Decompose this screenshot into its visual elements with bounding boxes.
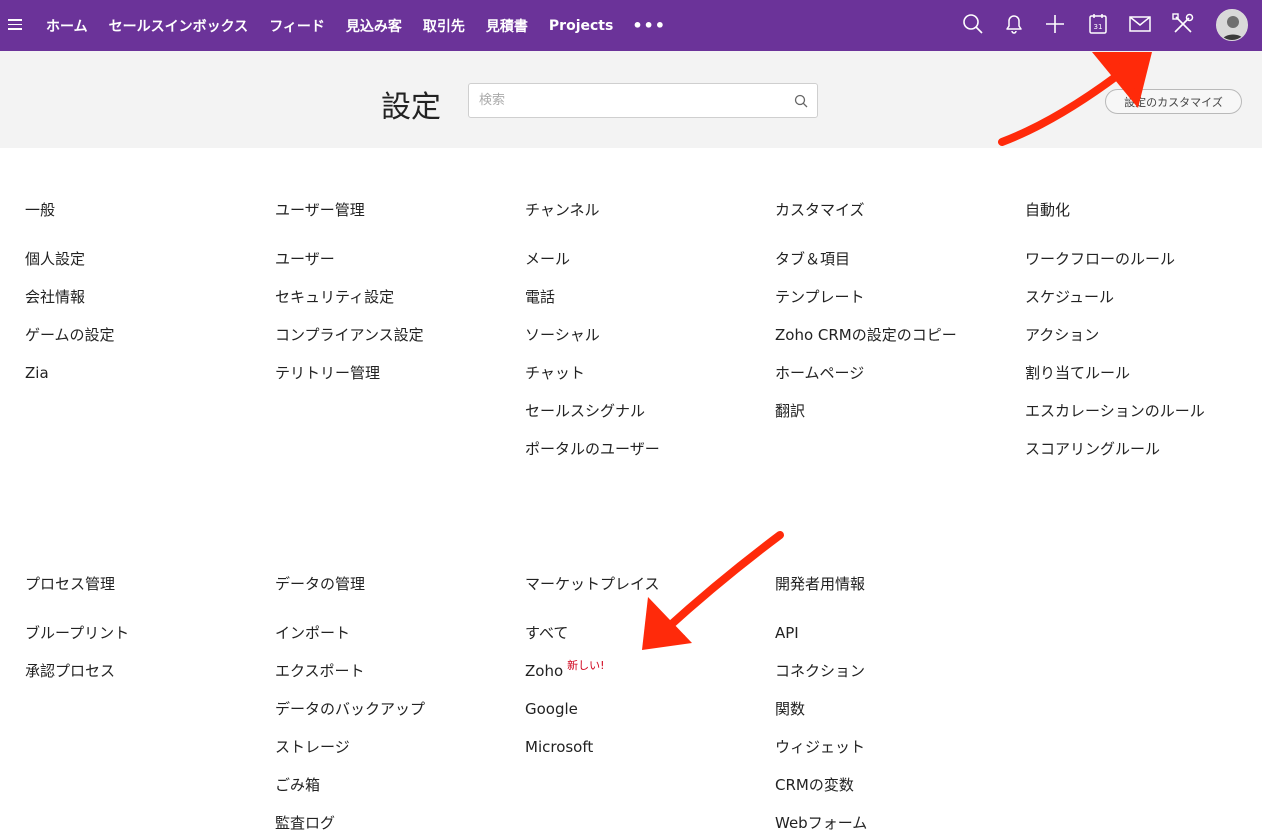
- settings-link[interactable]: ウィジェット: [775, 737, 1015, 775]
- section-title: チャンネル: [525, 201, 600, 219]
- settings-link[interactable]: ユーザー: [275, 249, 515, 287]
- nav-item-home[interactable]: ホーム: [46, 16, 88, 36]
- settings-link[interactable]: アクション: [1025, 325, 1265, 363]
- settings-link[interactable]: 個人設定: [25, 249, 265, 287]
- settings-link[interactable]: すべて: [525, 623, 765, 661]
- new-badge: 新しい!: [567, 659, 605, 672]
- settings-link[interactable]: ストレージ: [275, 737, 515, 775]
- settings-link[interactable]: エスカレーションのルール: [1025, 401, 1265, 439]
- calendar-day-text: 31: [1094, 23, 1103, 31]
- search-icon[interactable]: [793, 93, 809, 109]
- settings-link[interactable]: セキュリティ設定: [275, 287, 515, 325]
- mail-icon[interactable]: [1127, 11, 1153, 37]
- calendar-icon[interactable]: 31: [1085, 11, 1111, 37]
- settings-link[interactable]: ポータルのユーザー: [525, 439, 765, 477]
- customize-settings-button[interactable]: 設定のカスタマイズ: [1105, 89, 1242, 114]
- settings-link[interactable]: コンプライアンス設定: [275, 325, 515, 363]
- settings-link[interactable]: ソーシャル: [525, 325, 765, 363]
- settings-link[interactable]: 関数: [775, 699, 1015, 737]
- settings-link-label: Zoho: [525, 662, 564, 680]
- settings-link[interactable]: メール: [525, 249, 765, 287]
- settings-link[interactable]: Microsoft: [525, 737, 765, 775]
- section-marketplace: マーケットプレイス すべて Zoho 新しい! Google Microsoft: [525, 574, 765, 775]
- nav-item-quotes[interactable]: 見積書: [486, 16, 528, 36]
- settings-link[interactable]: 翻訳: [775, 401, 1015, 439]
- main-nav: ホーム セールスインボックス フィード 見込み客 取引先 見積書 Project…: [46, 0, 666, 51]
- settings-link[interactable]: コネクション: [775, 661, 1015, 699]
- setup-tools-icon[interactable]: [1170, 11, 1196, 37]
- settings-link[interactable]: エクスポート: [275, 661, 515, 699]
- section-title: 開発者用情報: [775, 575, 866, 593]
- nav-item-projects[interactable]: Projects: [549, 18, 613, 34]
- section-developer-space: 開発者用情報 API コネクション 関数 ウィジェット CRMの変数 Webフォ…: [775, 574, 1015, 837]
- settings-search-box: [468, 83, 818, 118]
- settings-link[interactable]: テリトリー管理: [275, 363, 515, 401]
- hamburger-menu-icon[interactable]: [8, 16, 22, 34]
- section-data-administration: データの管理 インポート エクスポート データのバックアップ ストレージ ごみ箱…: [275, 574, 515, 837]
- settings-link[interactable]: Google: [525, 699, 765, 737]
- settings-link[interactable]: ブループリント: [25, 623, 265, 661]
- settings-link[interactable]: 会社情報: [25, 287, 265, 325]
- section-title: データの管理: [275, 575, 366, 593]
- settings-link[interactable]: スケジュール: [1025, 287, 1265, 325]
- settings-link[interactable]: ワークフローのルール: [1025, 249, 1265, 287]
- more-tabs-button[interactable]: •••: [632, 16, 666, 35]
- top-navigation-bar: ホーム セールスインボックス フィード 見込み客 取引先 見積書 Project…: [0, 0, 1262, 51]
- settings-link[interactable]: Zia: [25, 363, 265, 401]
- settings-search-input[interactable]: [469, 84, 779, 117]
- section-customization: カスタマイズ タブ＆項目 テンプレート Zoho CRMの設定のコピー ホームペ…: [775, 200, 1015, 439]
- settings-link[interactable]: 電話: [525, 287, 765, 325]
- section-title: ユーザー管理: [275, 201, 365, 219]
- settings-link[interactable]: Webフォーム: [775, 813, 1015, 837]
- settings-link[interactable]: 承認プロセス: [25, 661, 265, 699]
- nav-item-accounts[interactable]: 取引先: [423, 16, 465, 36]
- section-user-management: ユーザー管理 ユーザー セキュリティ設定 コンプライアンス設定 テリトリー管理: [275, 200, 515, 401]
- section-channels: チャンネル メール 電話 ソーシャル チャット セールスシグナル ポータルのユー…: [525, 200, 765, 477]
- section-process-management: プロセス管理 ブループリント 承認プロセス: [25, 574, 265, 699]
- section-title: マーケットプレイス: [525, 575, 660, 593]
- settings-link[interactable]: 割り当てルール: [1025, 363, 1265, 401]
- settings-link[interactable]: セールスシグナル: [525, 401, 765, 439]
- settings-link[interactable]: チャット: [525, 363, 765, 401]
- settings-link[interactable]: ゲームの設定: [25, 325, 265, 363]
- settings-link-zoho[interactable]: Zoho 新しい!: [525, 659, 765, 699]
- search-icon[interactable]: [960, 11, 986, 37]
- section-general: 一般 個人設定 会社情報 ゲームの設定 Zia: [25, 200, 265, 401]
- settings-link[interactable]: データのバックアップ: [275, 699, 515, 737]
- user-avatar[interactable]: [1216, 9, 1248, 41]
- section-title: カスタマイズ: [775, 201, 865, 219]
- nav-item-feeds[interactable]: フィード: [269, 16, 325, 36]
- settings-link[interactable]: インポート: [275, 623, 515, 661]
- settings-link[interactable]: スコアリングルール: [1025, 439, 1265, 477]
- settings-link[interactable]: Zoho CRMの設定のコピー: [775, 325, 1015, 363]
- section-automation: 自動化 ワークフローのルール スケジュール アクション 割り当てルール エスカレ…: [1025, 200, 1265, 477]
- settings-link[interactable]: API: [775, 623, 1015, 661]
- settings-link[interactable]: タブ＆項目: [775, 249, 1015, 287]
- settings-link[interactable]: テンプレート: [775, 287, 1015, 325]
- section-title: 一般: [25, 201, 56, 219]
- settings-link[interactable]: 監査ログ: [275, 813, 515, 837]
- settings-link[interactable]: ごみ箱: [275, 775, 515, 813]
- section-title: 自動化: [1025, 201, 1071, 219]
- notification-bell-icon[interactable]: [1001, 11, 1027, 37]
- page-title: 設定: [381, 90, 441, 125]
- settings-link[interactable]: ホームページ: [775, 363, 1015, 401]
- section-title: プロセス管理: [25, 575, 116, 593]
- add-icon[interactable]: [1042, 11, 1068, 37]
- nav-item-sales-inbox[interactable]: セールスインボックス: [109, 16, 249, 36]
- settings-link[interactable]: CRMの変数: [775, 775, 1015, 813]
- nav-item-leads[interactable]: 見込み客: [346, 16, 402, 36]
